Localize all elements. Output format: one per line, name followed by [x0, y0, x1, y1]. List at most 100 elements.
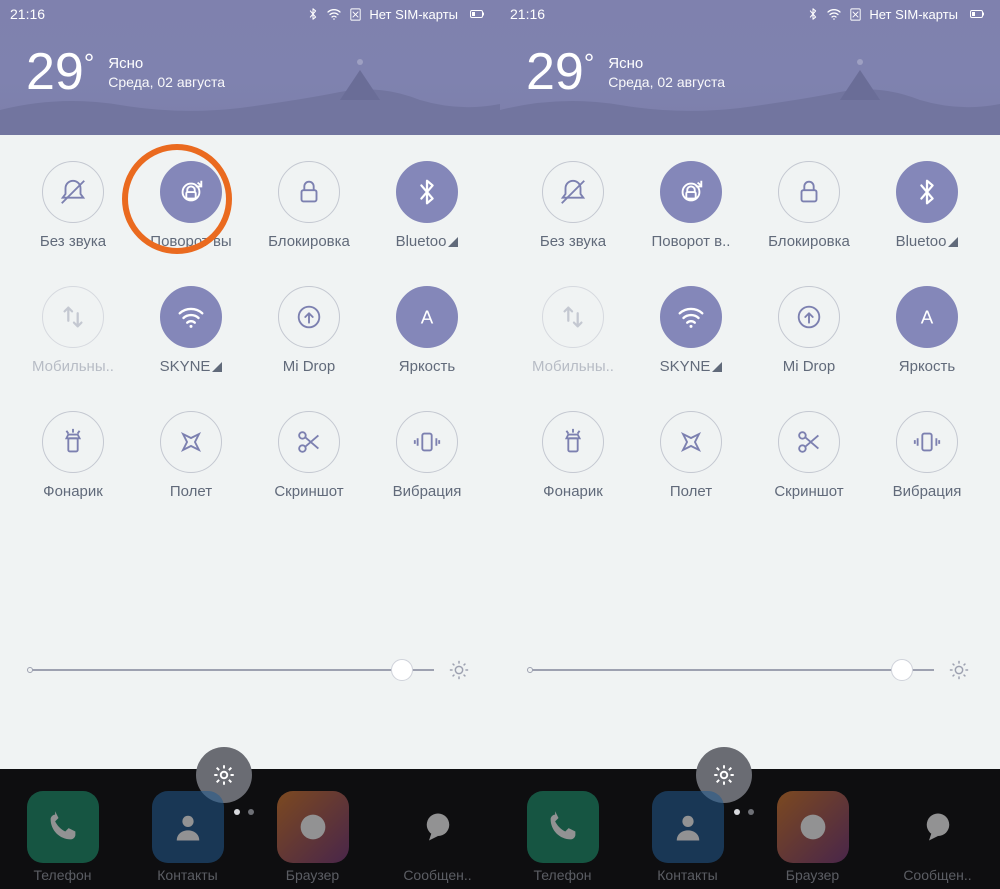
- tile-label: Вибрация: [893, 483, 962, 500]
- bell-off-icon: [542, 161, 604, 223]
- status-time: 21:16: [10, 6, 45, 22]
- battery-status-icon: [464, 6, 490, 22]
- wifi-icon: [160, 286, 222, 348]
- dock-app-contacts[interactable]: Контакты: [152, 791, 224, 883]
- rotate-lock-icon: [660, 161, 722, 223]
- tile-label: Фонарик: [543, 483, 603, 500]
- messages-app-icon: [402, 791, 474, 863]
- dock-app-browser[interactable]: Браузер: [277, 791, 349, 883]
- tile-midrop[interactable]: Mi Drop: [750, 286, 868, 375]
- battery-status-icon: [964, 6, 990, 22]
- dock-app-label: Браузер: [286, 867, 339, 883]
- gear-icon: [711, 762, 737, 788]
- dock-app-messages[interactable]: Сообщен..: [902, 791, 974, 883]
- tile-label: Вибрация: [393, 483, 462, 500]
- airplane-icon: [160, 411, 222, 473]
- tile-label: Без звука: [540, 233, 606, 250]
- weather-widget[interactable]: 29 ° Ясно Среда, 02 августа: [0, 28, 500, 98]
- quick-settings-panel: Без звука Поворот в..Блокировка Bluetoo Моб…: [500, 135, 1000, 769]
- tile-label: Яркость: [899, 358, 955, 375]
- tile-rotate[interactable]: Поворот вы: [132, 161, 250, 250]
- tile-label: Полет: [670, 483, 712, 500]
- tile-wifi[interactable]: SKYNE: [132, 286, 250, 375]
- signal-icon: [712, 362, 722, 372]
- tile-midrop[interactable]: Mi Drop: [250, 286, 368, 375]
- weather-temp: 29: [526, 46, 584, 98]
- lock-icon: [778, 161, 840, 223]
- tile-vibrate[interactable]: Вибрация: [368, 411, 486, 500]
- dock-app-label: Контакты: [657, 867, 717, 883]
- contacts-app-icon: [152, 791, 224, 863]
- tile-bluetooth[interactable]: Bluetoo: [368, 161, 486, 250]
- tile-label: Мобильны..: [532, 358, 614, 375]
- weather-widget[interactable]: 29 ° Ясно Среда, 02 августа: [500, 28, 1000, 98]
- brightness-slider[interactable]: [530, 669, 934, 671]
- weather-degree: °: [84, 50, 94, 98]
- wifi-icon: [660, 286, 722, 348]
- bell-off-icon: [42, 161, 104, 223]
- messages-app-icon: [902, 791, 974, 863]
- tile-label: SKYNE: [660, 358, 723, 375]
- sim-status-text: Нет SIM-карты: [369, 7, 458, 22]
- tile-label: Без звука: [40, 233, 106, 250]
- quick-settings-grid: Без звука Поворот выБлокировкаBluetoo Моби…: [14, 161, 486, 500]
- brightness-slider[interactable]: [30, 669, 434, 671]
- tile-screenshot[interactable]: Скриншот: [750, 411, 868, 500]
- tile-airplane[interactable]: Полет: [632, 411, 750, 500]
- tile-airplane[interactable]: Полет: [132, 411, 250, 500]
- signal-icon: [212, 362, 222, 372]
- tile-label: SKYNE: [160, 358, 223, 375]
- tile-wifi[interactable]: SKYNE: [632, 286, 750, 375]
- bluetooth-status-icon: [306, 7, 320, 21]
- weather-condition: Ясно: [108, 55, 225, 72]
- nosim-status-icon: [348, 7, 363, 22]
- signal-icon: [948, 237, 958, 247]
- signal-icon: [448, 237, 458, 247]
- brightness-sun-icon: [448, 659, 470, 681]
- bluetooth-icon: [896, 161, 958, 223]
- tile-mute[interactable]: Без звука: [14, 161, 132, 250]
- tile-label: Яркость: [399, 358, 455, 375]
- data-icon: [542, 286, 604, 348]
- dock-app-browser[interactable]: Браузер: [777, 791, 849, 883]
- lock-icon: [278, 161, 340, 223]
- dock-app-contacts[interactable]: Контакты: [652, 791, 724, 883]
- weather-date: Среда, 02 августа: [108, 74, 225, 90]
- tile-label: Фонарик: [43, 483, 103, 500]
- tile-lock[interactable]: Блокировка: [250, 161, 368, 250]
- tile-data[interactable]: Мобильны..: [14, 286, 132, 375]
- brightness-thumb[interactable]: [391, 659, 413, 681]
- weather-temp: 29: [26, 46, 84, 98]
- tile-brightness[interactable]: Яркость: [868, 286, 986, 375]
- tile-brightness[interactable]: Яркость: [368, 286, 486, 375]
- wifi-status-icon: [326, 6, 342, 22]
- dock-app-label: Телефон: [33, 867, 91, 883]
- tile-vibrate[interactable]: Вибрация: [868, 411, 986, 500]
- midrop-icon: [778, 286, 840, 348]
- dock: Телефон Контакты Браузер Сообщен..: [500, 769, 1000, 889]
- tile-flash[interactable]: Фонарик: [14, 411, 132, 500]
- tile-bluetooth[interactable]: Bluetoo: [868, 161, 986, 250]
- tile-mute[interactable]: Без звука: [514, 161, 632, 250]
- dock-app-phone[interactable]: Телефон: [527, 791, 599, 883]
- tile-flash[interactable]: Фонарик: [514, 411, 632, 500]
- page-indicator: [734, 809, 754, 815]
- wifi-status-icon: [826, 6, 842, 22]
- tile-screenshot[interactable]: Скриншот: [250, 411, 368, 500]
- dock-app-messages[interactable]: Сообщен..: [402, 791, 474, 883]
- quick-settings-panel: Без звука Поворот выБлокировкаBluetoo Моби…: [0, 135, 500, 769]
- scissors-icon: [778, 411, 840, 473]
- weather-degree: °: [584, 50, 594, 98]
- quick-settings-grid: Без звука Поворот в..Блокировка Bluetoo Моб…: [514, 161, 986, 500]
- vibrate-icon: [396, 411, 458, 473]
- tile-rotate[interactable]: Поворот в..: [632, 161, 750, 250]
- tile-label: Bluetoo: [896, 233, 959, 250]
- dock-app-label: Контакты: [157, 867, 217, 883]
- tile-lock[interactable]: Блокировка: [750, 161, 868, 250]
- browser-app-icon: [277, 791, 349, 863]
- dock-app-phone[interactable]: Телефон: [27, 791, 99, 883]
- page-indicator: [234, 809, 254, 815]
- bluetooth-status-icon: [806, 7, 820, 21]
- brightness-thumb[interactable]: [891, 659, 913, 681]
- tile-data[interactable]: Мобильны..: [514, 286, 632, 375]
